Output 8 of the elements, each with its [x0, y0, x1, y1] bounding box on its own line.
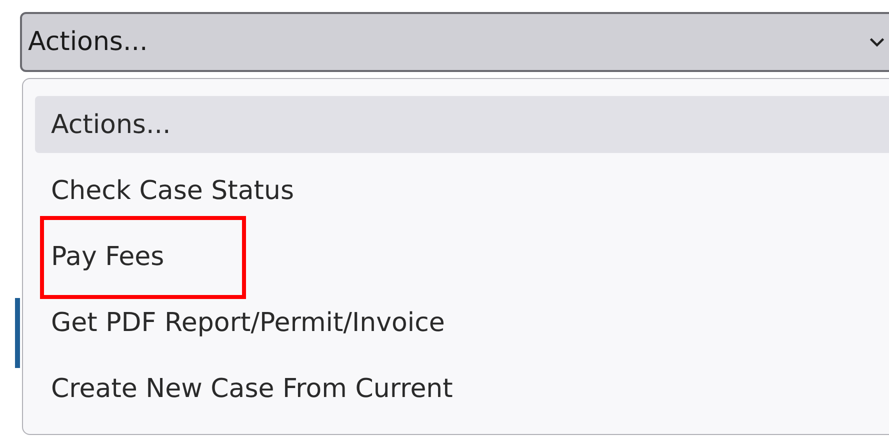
dropdown-option[interactable]: Get PDF Report/Permit/Invoice	[35, 294, 889, 351]
dropdown-option[interactable]: Check Case Status	[35, 162, 889, 219]
actions-select[interactable]: Actions...	[20, 12, 889, 72]
dropdown-option[interactable]: Actions...	[35, 96, 889, 153]
panel-edge	[15, 298, 20, 368]
chevron-down-icon	[868, 36, 886, 48]
dropdown-option[interactable]: Pay Fees	[35, 228, 889, 285]
dropdown-option[interactable]: Create New Case From Current	[35, 360, 889, 417]
